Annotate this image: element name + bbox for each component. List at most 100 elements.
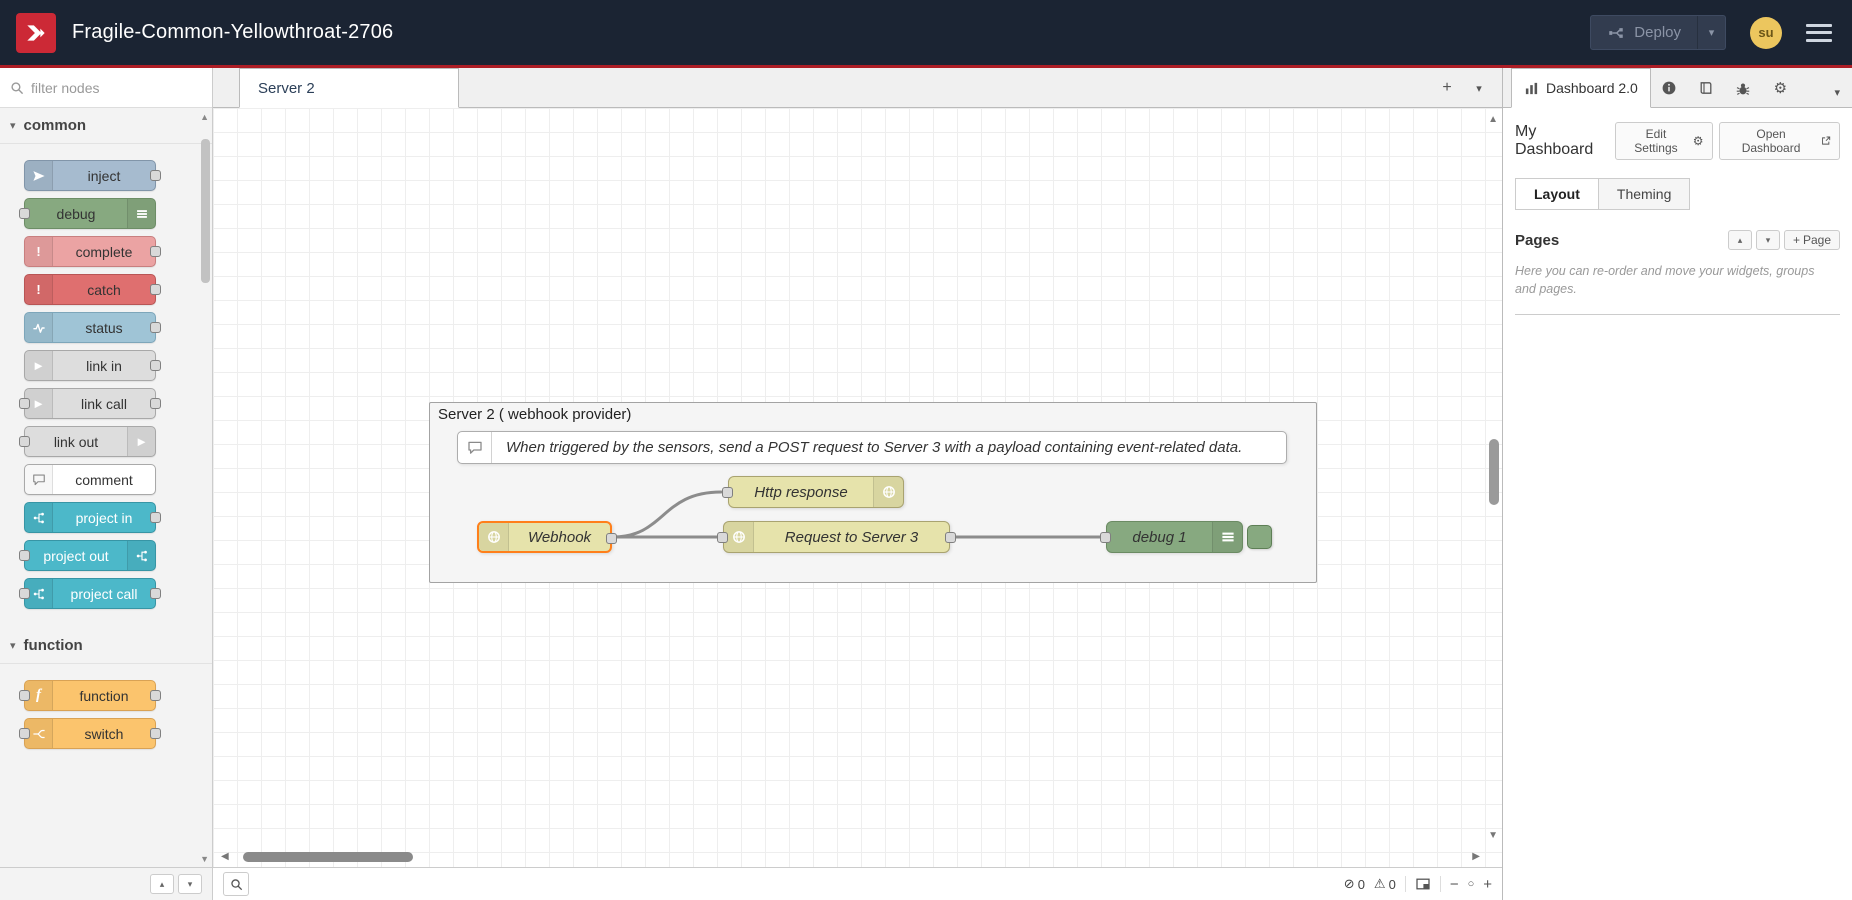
node-http-response[interactable]: Http response	[728, 476, 904, 508]
plus-icon: +	[1442, 79, 1451, 97]
tab-server-2[interactable]: Server 2	[239, 68, 459, 108]
category-common[interactable]: ▾ common	[0, 108, 212, 144]
palette-scroll-area[interactable]: ▾ common inject debug ! complete ! cat	[0, 108, 212, 867]
open-dashboard-label: Open Dashboard	[1728, 127, 1815, 155]
error-icon: ⊘	[1344, 876, 1355, 892]
move-page-down-button[interactable]: ▾	[1756, 230, 1780, 250]
palette-node-comment[interactable]: comment	[24, 464, 156, 495]
output-port	[150, 398, 161, 409]
palette-node-status[interactable]: status	[24, 312, 156, 343]
navigator-button[interactable]	[1415, 876, 1431, 892]
canvas-horizontal-scrollbar-thumb[interactable]	[243, 852, 413, 862]
output-port	[150, 728, 161, 739]
zoom-in-button[interactable]: +	[1483, 877, 1492, 892]
category-function[interactable]: ▾ function	[0, 628, 212, 664]
comment-bubble-icon	[25, 465, 53, 494]
user-avatar[interactable]: su	[1750, 17, 1782, 49]
palette-node-project-in[interactable]: project in	[24, 502, 156, 533]
error-count-value: 0	[1358, 877, 1365, 892]
output-port[interactable]	[606, 533, 617, 544]
node-request-to-server-3[interactable]: Request to Server 3	[723, 521, 950, 553]
flow-canvas[interactable]: Server 2 ( webhook provider) When trigge…	[213, 108, 1502, 867]
header-actions: Deploy ▾ su	[1590, 15, 1852, 50]
pages-actions: ▴ ▾ + Page	[1728, 230, 1840, 250]
dashboard-title: My Dashboard	[1515, 123, 1615, 159]
canvas-scroll-left-icon[interactable]: ◀	[221, 851, 229, 862]
error-count[interactable]: ⊘ 0	[1344, 876, 1365, 892]
workspace-tabbar: Server 2 + ▾	[213, 68, 1502, 108]
palette-node-switch[interactable]: switch	[24, 718, 156, 749]
tab-debug-messages[interactable]	[1725, 68, 1762, 107]
deploy-button-main[interactable]: Deploy	[1591, 16, 1697, 49]
add-page-label: Page	[1803, 233, 1831, 247]
input-port[interactable]	[717, 532, 728, 543]
tab-dashboard-2[interactable]: Dashboard 2.0	[1511, 68, 1651, 108]
divider	[1440, 876, 1441, 892]
palette-node-function[interactable]: f function	[24, 680, 156, 711]
chevron-down-icon: ▾	[10, 119, 16, 132]
palette-node-label: comment	[53, 472, 155, 488]
add-flow-button[interactable]: +	[1434, 75, 1460, 101]
palette-node-label: project out	[25, 548, 127, 564]
palette-node-complete[interactable]: ! complete	[24, 236, 156, 267]
tab-info[interactable]	[1651, 68, 1688, 107]
sidebar-options-button[interactable]: ▾	[1834, 86, 1852, 107]
collapse-categories-button[interactable]: ▴	[150, 874, 174, 894]
input-port[interactable]	[722, 487, 733, 498]
canvas-vertical-scrollbar-thumb[interactable]	[1489, 439, 1499, 505]
warning-count[interactable]: ⚠ 0	[1374, 876, 1396, 892]
palette-scrollbar-thumb[interactable]	[201, 139, 210, 283]
palette-scroll-down-icon[interactable]: ▼	[200, 854, 209, 864]
palette-node-label: link in	[53, 358, 155, 374]
divider	[1515, 314, 1840, 315]
zoom-reset-button[interactable]: ○	[1468, 879, 1475, 890]
palette-search	[0, 68, 212, 108]
node-label: Request to Server 3	[754, 529, 949, 546]
palette-node-link-call[interactable]: ► link call	[24, 388, 156, 419]
palette-node-debug[interactable]: debug	[24, 198, 156, 229]
dashboard-header: My Dashboard Edit Settings ⚙ Open Dashbo…	[1515, 122, 1840, 160]
map-icon	[1415, 876, 1431, 892]
palette-node-inject[interactable]: inject	[24, 160, 156, 191]
node-webhook[interactable]: Webhook	[477, 521, 612, 553]
node-label: debug 1	[1107, 529, 1212, 546]
edit-settings-button[interactable]: Edit Settings ⚙	[1615, 122, 1712, 160]
canvas-scroll-down-icon[interactable]: ▼	[1488, 830, 1498, 841]
palette-scroll-up-icon[interactable]: ▲	[200, 112, 209, 122]
tab-layout[interactable]: Layout	[1515, 178, 1599, 210]
inject-icon	[25, 161, 53, 190]
canvas-scroll-up-icon[interactable]: ▲	[1488, 114, 1498, 125]
tab-help[interactable]	[1688, 68, 1725, 107]
input-port	[19, 728, 30, 739]
open-dashboard-button[interactable]: Open Dashboard	[1719, 122, 1840, 160]
node-debug-1[interactable]: debug 1	[1106, 521, 1243, 553]
external-link-icon	[1820, 135, 1831, 147]
canvas-scroll-right-icon[interactable]: ▶	[1472, 851, 1480, 862]
add-page-button[interactable]: + Page	[1784, 230, 1840, 250]
flow-list-button[interactable]: ▾	[1466, 75, 1492, 101]
output-port	[150, 588, 161, 599]
palette-node-link-out[interactable]: ► link out	[24, 426, 156, 457]
palette-node-project-out[interactable]: project out	[24, 540, 156, 571]
main-menu-button[interactable]	[1806, 23, 1832, 43]
palette-node-catch[interactable]: ! catch	[24, 274, 156, 305]
expand-categories-button[interactable]: ▾	[178, 874, 202, 894]
palette-search-input[interactable]	[31, 80, 212, 96]
palette-node-label: catch	[53, 282, 155, 298]
input-port[interactable]	[1100, 532, 1111, 543]
comment-node[interactable]: When triggered by the sensors, send a PO…	[457, 431, 1287, 464]
deploy-button[interactable]: Deploy ▾	[1590, 15, 1726, 50]
debug-toggle-button[interactable]	[1247, 525, 1272, 549]
deploy-options-button[interactable]: ▾	[1697, 16, 1725, 49]
output-port[interactable]	[945, 532, 956, 543]
zoom-out-button[interactable]: −	[1450, 877, 1459, 892]
tab-theming[interactable]: Theming	[1598, 178, 1690, 210]
tab-config-nodes[interactable]: ⚙	[1762, 68, 1799, 107]
palette-node-label: switch	[53, 726, 155, 742]
palette-node-link-in[interactable]: ► link in	[24, 350, 156, 381]
palette-node-project-call[interactable]: project call	[24, 578, 156, 609]
move-page-up-button[interactable]: ▴	[1728, 230, 1752, 250]
palette-node-label: link call	[53, 396, 155, 412]
search-flows-button[interactable]	[223, 872, 249, 896]
tab-label: Server 2	[258, 80, 315, 97]
